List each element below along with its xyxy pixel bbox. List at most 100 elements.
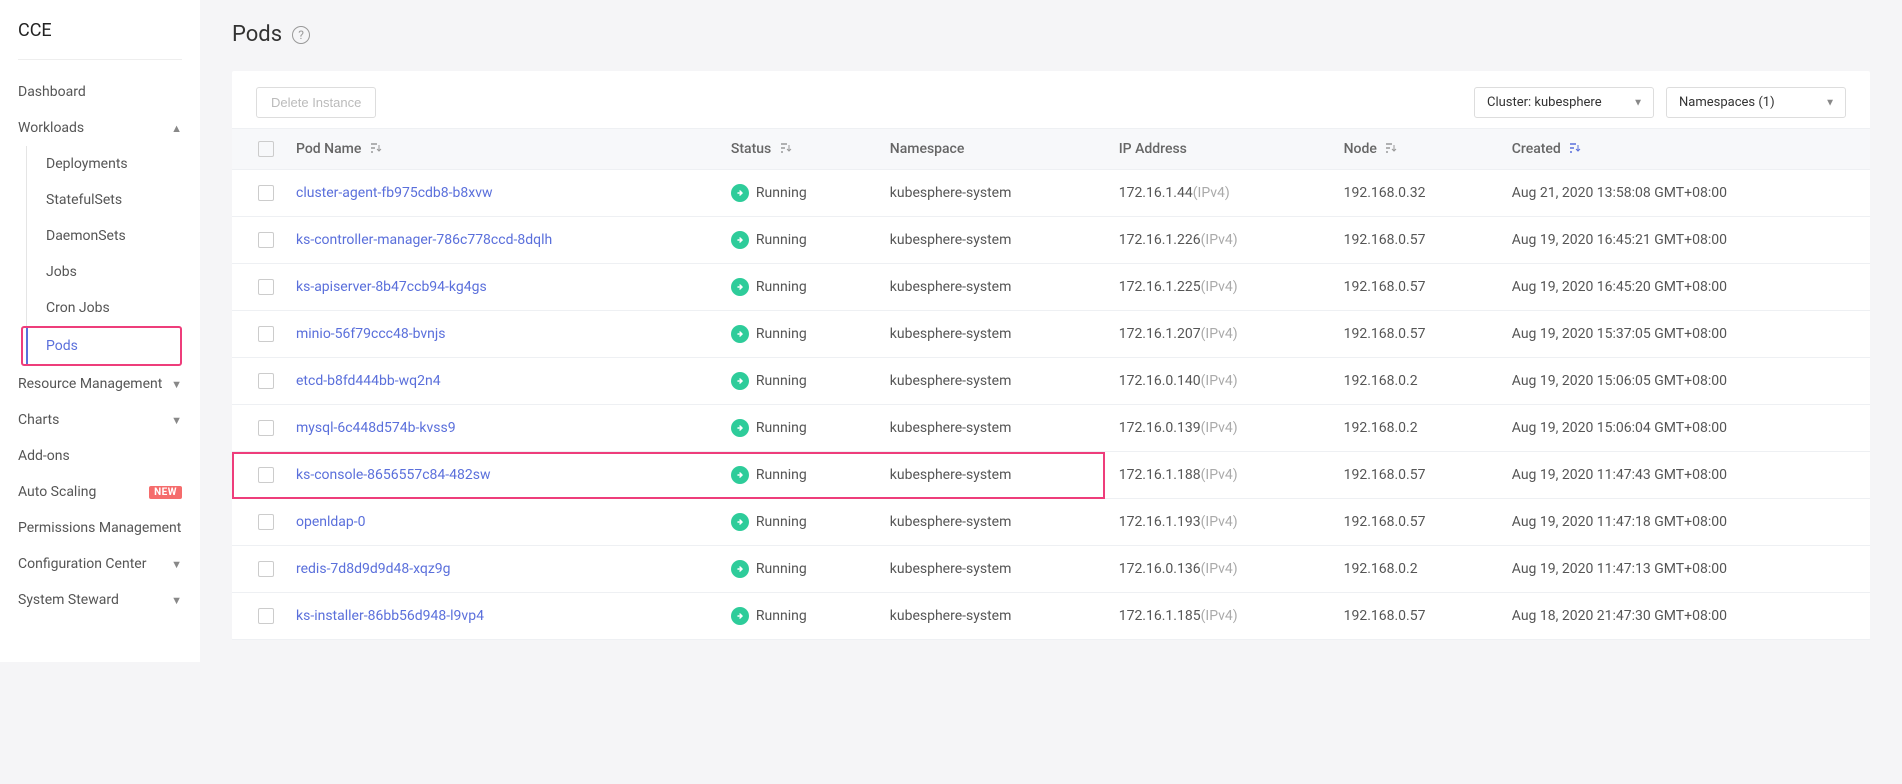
namespace-cell: kubesphere-system	[876, 546, 1105, 593]
sidebar-subitem-pods[interactable]: Pods	[26, 328, 180, 364]
sidebar-item-workloads[interactable]: Workloads▲	[18, 110, 182, 146]
created-cell: Aug 19, 2020 15:06:05 GMT+08:00	[1498, 358, 1870, 405]
ip-text: 172.16.0.140	[1119, 373, 1201, 389]
ip-type-text: (IPv4)	[1193, 185, 1230, 201]
status-text: Running	[756, 279, 807, 295]
col-pod-name[interactable]: Pod Name	[282, 129, 717, 170]
pod-name-link[interactable]: cluster-agent-fb975cdb8-b8xvw	[296, 185, 493, 201]
row-checkbox[interactable]	[258, 608, 274, 624]
table-row: ks-controller-manager-786c778ccd-8dqlhRu…	[232, 217, 1870, 264]
created-cell: Aug 21, 2020 13:58:08 GMT+08:00	[1498, 170, 1870, 217]
node-cell: 192.168.0.57	[1330, 499, 1498, 546]
sidebar-item-auto-scaling[interactable]: Auto Scaling NEW	[18, 474, 182, 510]
node-cell: 192.168.0.57	[1330, 311, 1498, 358]
pod-name-link[interactable]: ks-apiserver-8b47ccb94-kg4gs	[296, 279, 487, 295]
row-checkbox[interactable]	[258, 232, 274, 248]
created-cell: Aug 19, 2020 11:47:43 GMT+08:00	[1498, 452, 1870, 499]
row-checkbox[interactable]	[258, 326, 274, 342]
ip-text: 172.16.1.226	[1119, 232, 1201, 248]
help-icon[interactable]: ?	[292, 26, 310, 44]
status-text: Running	[756, 185, 807, 201]
chevron-down-icon: ▼	[171, 414, 182, 427]
row-checkbox[interactable]	[258, 561, 274, 577]
col-node[interactable]: Node	[1330, 129, 1498, 170]
chevron-down-icon: ▼	[1633, 97, 1643, 108]
row-checkbox[interactable]	[258, 420, 274, 436]
sidebar-item-label: Auto Scaling	[18, 484, 96, 500]
table-row: ks-console-8656557c84-482swRunningkubesp…	[232, 452, 1870, 499]
created-cell: Aug 19, 2020 11:47:18 GMT+08:00	[1498, 499, 1870, 546]
col-namespace[interactable]: Namespace	[876, 129, 1105, 170]
node-cell: 192.168.0.2	[1330, 358, 1498, 405]
sidebar-item-label: System Steward	[18, 592, 119, 608]
sidebar-item-dashboard[interactable]: Dashboard	[18, 74, 182, 110]
new-badge: NEW	[149, 486, 182, 499]
table-row: openldap-0Runningkubesphere-system172.16…	[232, 499, 1870, 546]
pod-name-link[interactable]: minio-56f79ccc48-bvnjs	[296, 326, 445, 342]
status-text: Running	[756, 326, 807, 342]
sidebar-item-permissions-management[interactable]: Permissions Management	[18, 510, 182, 546]
namespace-cell: kubesphere-system	[876, 358, 1105, 405]
namespace-cell: kubesphere-system	[876, 170, 1105, 217]
running-icon	[731, 560, 749, 578]
sidebar-item-charts[interactable]: Charts▼	[18, 402, 182, 438]
running-icon	[731, 466, 749, 484]
sidebar-subitem-cron-jobs[interactable]: Cron Jobs	[26, 290, 182, 326]
pod-name-link[interactable]: ks-installer-86bb56d948-l9vp4	[296, 608, 484, 624]
status-text: Running	[756, 561, 807, 577]
col-status-label: Status	[731, 141, 771, 157]
pod-name-link[interactable]: redis-7d8d9d9d48-xqz9g	[296, 561, 451, 577]
ip-text: 172.16.0.139	[1119, 420, 1201, 436]
row-checkbox[interactable]	[258, 185, 274, 201]
sidebar-item-configuration-center[interactable]: Configuration Center▼	[18, 546, 182, 582]
col-pod-name-label: Pod Name	[296, 141, 361, 157]
sidebar-item-resource-management[interactable]: Resource Management▼	[18, 366, 182, 402]
col-created[interactable]: Created	[1498, 129, 1870, 170]
sort-icon	[1385, 141, 1397, 157]
created-cell: Aug 19, 2020 11:47:13 GMT+08:00	[1498, 546, 1870, 593]
sort-icon	[780, 141, 792, 157]
sidebar-subitem-jobs[interactable]: Jobs	[26, 254, 182, 290]
col-status[interactable]: Status	[717, 129, 876, 170]
row-checkbox[interactable]	[258, 467, 274, 483]
sidebar-item-system-steward[interactable]: System Steward▼	[18, 582, 182, 618]
namespace-filter-dropdown[interactable]: Namespaces (1) ▼	[1666, 87, 1846, 118]
running-icon	[731, 513, 749, 531]
pods-table: Pod Name Status Namespace IP Address Nod…	[232, 128, 1870, 640]
ip-type-text: (IPv4)	[1201, 326, 1238, 342]
cluster-filter-dropdown[interactable]: Cluster: kubesphere ▼	[1474, 87, 1654, 118]
namespace-cell: kubesphere-system	[876, 405, 1105, 452]
row-checkbox[interactable]	[258, 279, 274, 295]
pod-name-link[interactable]: etcd-b8fd444bb-wq2n4	[296, 373, 441, 389]
chevron-down-icon: ▼	[171, 558, 182, 571]
node-cell: 192.168.0.57	[1330, 452, 1498, 499]
sort-icon	[370, 141, 382, 157]
sidebar-item-label: Permissions Management	[18, 520, 181, 536]
sidebar-subitem-daemonsets[interactable]: DaemonSets	[26, 218, 182, 254]
pod-name-link[interactable]: openldap-0	[296, 514, 366, 530]
namespace-filter-label: Namespaces (1)	[1679, 95, 1775, 110]
delete-instance-button[interactable]: Delete Instance	[256, 87, 376, 118]
ip-type-text: (IPv4)	[1201, 514, 1238, 530]
col-namespace-label: Namespace	[890, 141, 965, 157]
status-text: Running	[756, 608, 807, 624]
row-checkbox[interactable]	[258, 373, 274, 389]
sidebar-subitem-deployments[interactable]: Deployments	[26, 146, 182, 182]
table-row: ks-apiserver-8b47ccb94-kg4gsRunningkubes…	[232, 264, 1870, 311]
ip-type-text: (IPv4)	[1201, 373, 1238, 389]
col-ip[interactable]: IP Address	[1105, 129, 1330, 170]
node-cell: 192.168.0.57	[1330, 217, 1498, 264]
ip-type-text: (IPv4)	[1201, 608, 1238, 624]
page-header: Pods ?	[232, 22, 1870, 47]
sidebar-item-add-ons[interactable]: Add-ons	[18, 438, 182, 474]
pod-name-link[interactable]: ks-controller-manager-786c778ccd-8dqlh	[296, 232, 552, 248]
pod-name-link[interactable]: mysql-6c448d574b-kvss9	[296, 420, 456, 436]
sidebar-item-label: Resource Management	[18, 376, 162, 392]
row-checkbox[interactable]	[258, 514, 274, 530]
pod-name-link[interactable]: ks-console-8656557c84-482sw	[296, 467, 491, 483]
select-all-checkbox[interactable]	[258, 141, 274, 157]
node-cell: 192.168.0.57	[1330, 593, 1498, 640]
node-cell: 192.168.0.2	[1330, 546, 1498, 593]
sidebar-subitem-statefulsets[interactable]: StatefulSets	[26, 182, 182, 218]
created-cell: Aug 19, 2020 16:45:20 GMT+08:00	[1498, 264, 1870, 311]
